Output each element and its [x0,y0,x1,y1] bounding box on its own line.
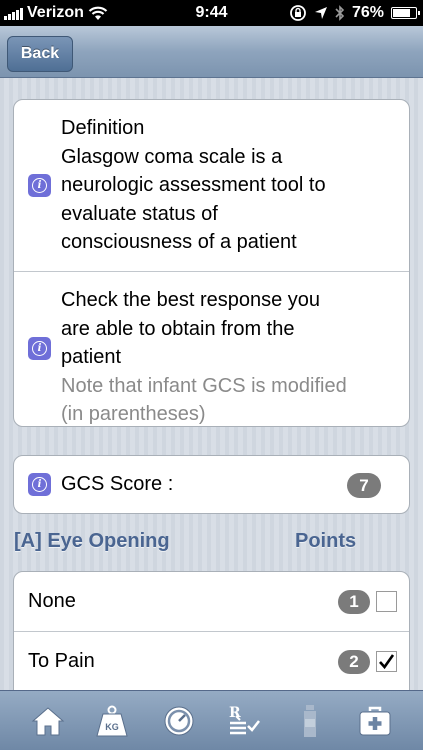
tab-bar: KG R [0,690,423,750]
battery-icon [391,7,420,19]
section-header-points: Points [295,530,357,552]
info-icon[interactable]: i [28,337,51,360]
location-icon [314,7,327,19]
tab-weight[interactable]: KG [92,701,132,741]
instruction-cell[interactable]: i Check the best response you are able t… [14,271,409,426]
points-badge: 2 [338,650,370,674]
tab-home[interactable] [28,701,68,741]
option-to-pain[interactable]: To Pain 2 [14,631,409,690]
definition-text: Definition Glasgow coma scale is a neuro… [61,117,326,253]
gcs-score-label: GCS Score : [61,473,174,495]
rotation-lock-icon [290,5,306,21]
checkbox-to-pain[interactable] [376,651,397,672]
home-icon [31,707,65,736]
tab-timer[interactable] [159,701,199,741]
prescription-icon: R [229,705,260,735]
points-badge: 1 [338,590,370,614]
timer-icon [164,706,194,736]
weight-kg-icon: KG [96,705,128,737]
instruction-text: Check the best response you are able to … [61,289,347,425]
back-button[interactable]: Back [7,36,73,72]
bluetooth-icon [335,5,345,21]
medical-kit-icon [359,706,391,736]
status-bar: Verizon 9:44 76% [0,0,423,26]
info-icon[interactable]: i [28,473,51,496]
option-none[interactable]: None 1 [14,572,409,631]
gcs-score-card[interactable]: i GCS Score : 7 [13,455,410,514]
tab-bottle[interactable] [290,701,330,741]
bottle-icon [304,705,316,737]
gcs-score-badge: 7 [347,473,381,498]
checkbox-none[interactable] [376,591,397,612]
definition-cell[interactable]: i Definition Glasgow coma scale is a neu… [14,100,409,271]
battery-percent: 76% [351,4,384,21]
navigation-bar: Back [0,26,423,78]
checkmark-icon [379,654,395,670]
svg-text:KG: KG [105,722,119,732]
tab-medical-kit[interactable] [355,701,395,741]
intro-card: i Definition Glasgow coma scale is a neu… [13,99,410,427]
tab-prescription[interactable]: R [224,701,264,741]
info-icon[interactable]: i [28,174,51,197]
section-header-eye-opening: [A] Eye Opening [14,530,170,552]
